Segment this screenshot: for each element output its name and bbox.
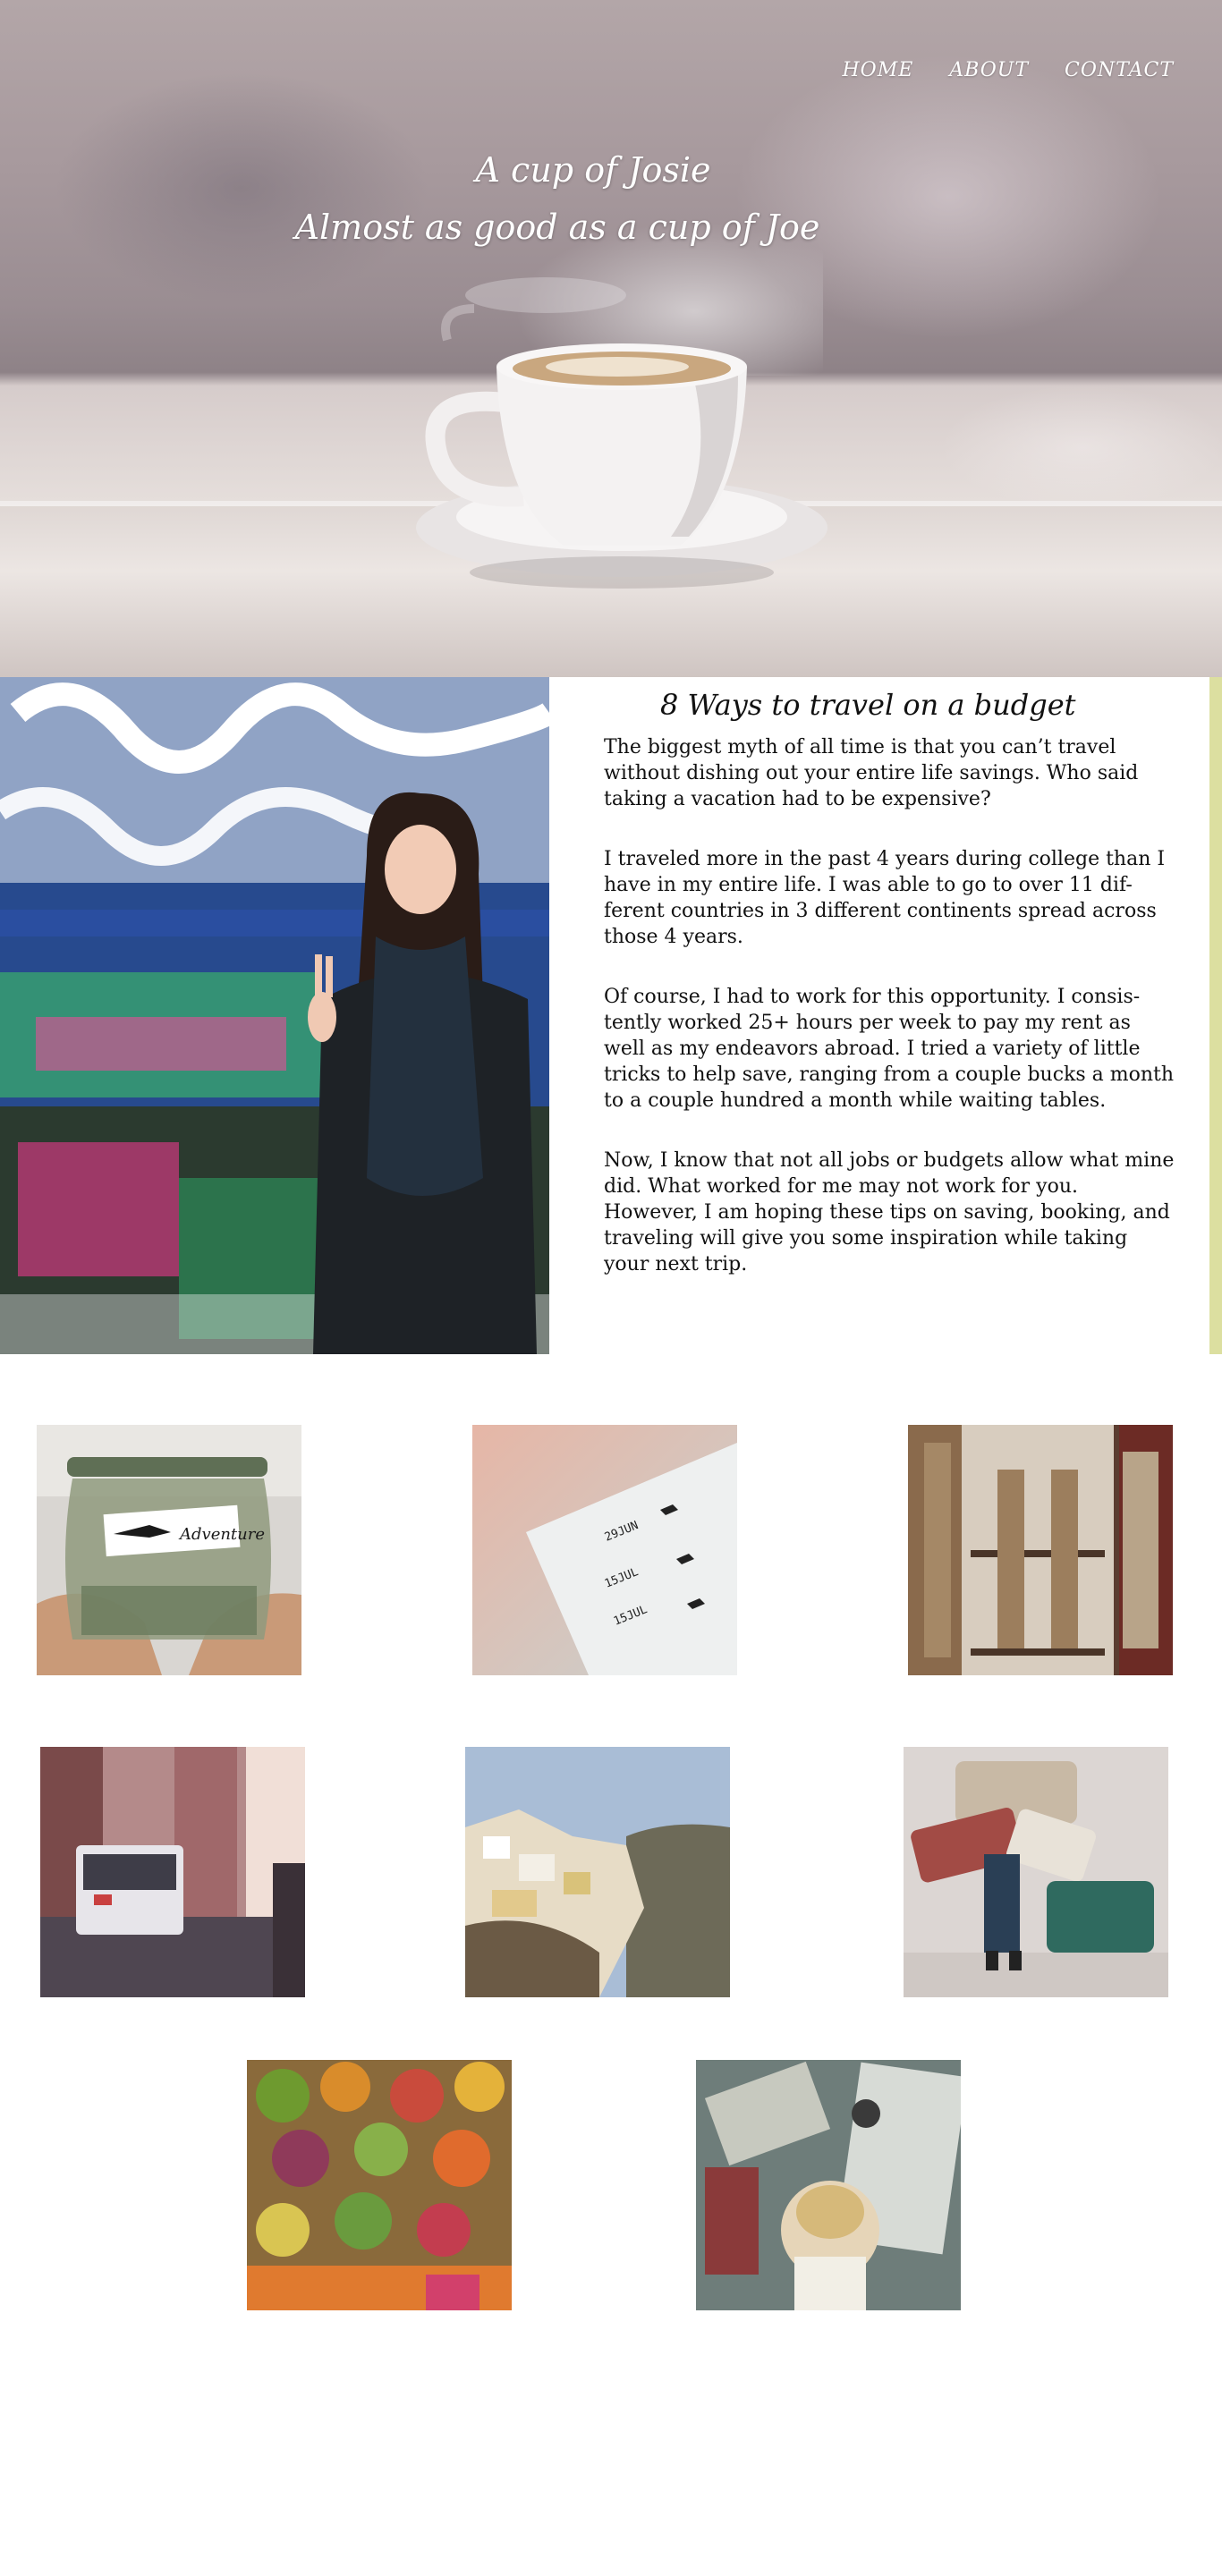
article-section: 8 Ways to travel on a budget The biggest… (549, 677, 1209, 1354)
article-paragraph: Of course, I had to work for this opport… (604, 986, 1175, 1112)
travel-planning-image (696, 2060, 961, 2310)
gallery-tile-city-bus[interactable] (40, 1747, 305, 1997)
nav-about-link[interactable]: ABOUT (949, 59, 1029, 81)
gallery-tile-suitcases[interactable] (904, 1747, 1168, 1997)
article-title: 8 Ways to travel on a budget (660, 688, 1076, 722)
site-title: A cup of Josie (475, 150, 711, 190)
hostel-room-image (908, 1425, 1173, 1675)
nav-contact-link[interactable]: CONTACT (1065, 59, 1174, 81)
coffee-cup-image (416, 277, 827, 589)
site-tagline: Almost as good as a cup of Joe (294, 208, 820, 247)
plane-ticket-image: 29JUN 15JUL 15JUL (472, 1425, 737, 1675)
article-paragraph: Now, I know that not all jobs or budgets… (604, 1149, 1175, 1275)
article-paragraph: The biggest myth of all time is that you… (604, 736, 1139, 810)
author-photo (0, 677, 549, 1354)
santorini-image (465, 1747, 730, 1997)
gallery-tile-santorini[interactable] (465, 1747, 730, 1997)
suitcases-image (904, 1747, 1168, 1997)
savings-jar-image: Adventure (37, 1425, 301, 1675)
gallery-tile-travel-planning[interactable] (696, 2060, 961, 2310)
gallery-tile-market[interactable] (247, 2060, 512, 2310)
nav-home-link[interactable]: HOME (842, 59, 913, 81)
main-nav: HOME ABOUT CONTACT (842, 59, 1174, 81)
city-street-image (40, 1747, 305, 1997)
produce-market-image (247, 2060, 512, 2310)
article-paragraph: I traveled more in the past 4 years duri… (604, 848, 1166, 948)
hero-banner: HOME ABOUT CONTACT A cup of Josie Almost… (0, 0, 1222, 677)
article-body: The biggest myth of all time is that you… (604, 734, 1176, 1311)
jar-label-text: Adventure (178, 1525, 265, 1544)
accent-sidebar (1209, 677, 1222, 1354)
graffiti-wall-image (0, 677, 549, 1354)
gallery-tile-plane-ticket[interactable]: 29JUN 15JUL 15JUL (472, 1425, 737, 1675)
gallery-tile-hostel[interactable] (908, 1425, 1173, 1675)
gallery-tile-savings-jar[interactable]: Adventure (37, 1425, 301, 1675)
